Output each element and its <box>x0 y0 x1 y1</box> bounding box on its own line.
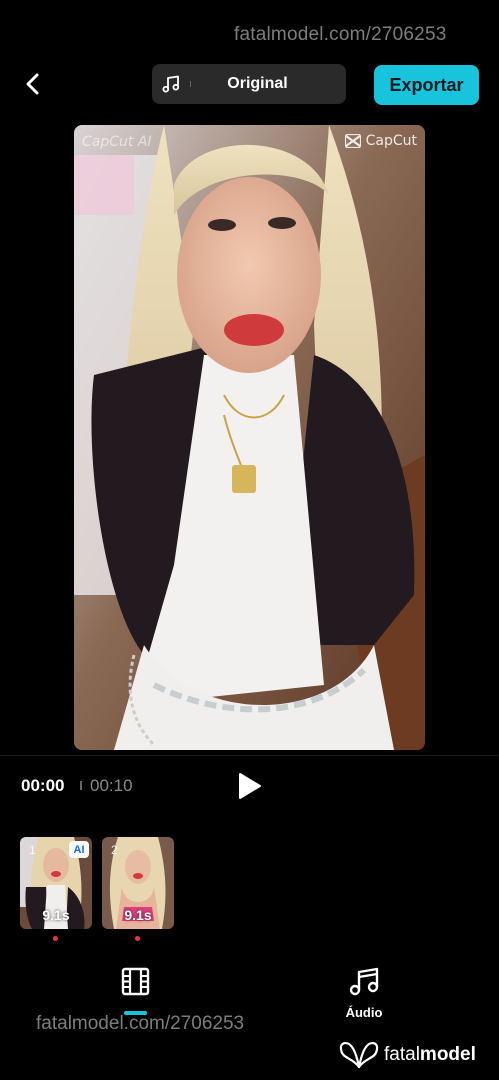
clip-index: 2 <box>111 843 118 857</box>
music-note-icon <box>161 74 181 94</box>
audio-tab-label: Áudio <box>345 1005 383 1020</box>
film-strip-icon <box>121 967 150 996</box>
music-notes-icon <box>349 967 379 996</box>
tab-video[interactable] <box>115 964 155 1018</box>
chevron-left-icon <box>26 73 39 95</box>
export-button[interactable]: Exportar <box>374 65 479 105</box>
brand-wordmark: fatalmodel <box>384 1044 476 1066</box>
capcut-logo-icon <box>344 134 361 148</box>
divider-line <box>0 755 499 756</box>
brand-wordmark-part2: model <box>419 1044 476 1065</box>
audio-source-selector[interactable]: Original <box>152 64 346 104</box>
butterfly-logo-icon <box>339 1042 379 1069</box>
time-separator <box>80 781 82 790</box>
total-time: 00:10 <box>90 776 133 795</box>
ai-badge: AI <box>69 841 89 858</box>
fatalmodel-brand: fatalmodel <box>338 1039 476 1071</box>
clip-thumbnail-1[interactable]: 1 AI 9.1s <box>20 837 92 929</box>
capcut-watermark: CapCut <box>344 133 417 149</box>
tab-audio[interactable]: Áudio <box>340 964 388 1022</box>
capcut-watermark-text: CapCut <box>365 133 417 149</box>
watermark-bottom: fatalmodel.com/2706253 <box>36 1013 245 1034</box>
brand-wordmark-part1: fatal <box>384 1044 420 1065</box>
capcut-editor-screen: fatalmodel.com/2706253 Original Exportar <box>0 0 499 1080</box>
clip-index: 1 <box>29 843 36 857</box>
play-icon <box>239 773 261 799</box>
play-button[interactable] <box>236 771 264 801</box>
clip-duration: 9.1s <box>124 907 152 923</box>
clip-1-marker <box>53 936 58 941</box>
back-button[interactable] <box>16 66 50 102</box>
video-frame-image <box>74 125 425 750</box>
clip-2-marker <box>135 936 140 941</box>
audio-source-label: Original <box>227 75 288 92</box>
clip-duration: 9.1s <box>42 907 70 923</box>
video-preview[interactable]: CapCut AI CapCut <box>74 125 425 750</box>
clip-thumbnail-2[interactable]: 2 9.1s <box>102 837 174 929</box>
watermark-top: fatalmodel.com/2706253 <box>234 24 447 45</box>
capcut-ai-watermark: CapCut AI <box>82 134 152 150</box>
current-time: 00:00 <box>21 776 65 795</box>
